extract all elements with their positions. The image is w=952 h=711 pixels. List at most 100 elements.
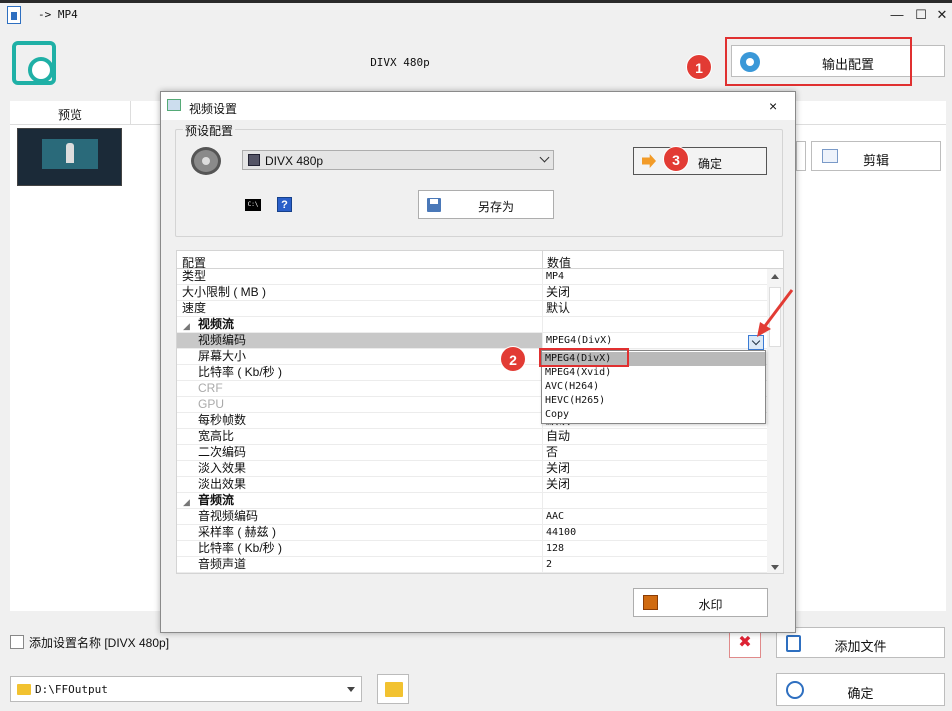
grid-row[interactable]: 视频编码 MPEG4(DivX) [177,333,767,349]
grid-row-key: 采样率 ( 赫兹 ) [198,525,276,539]
grid-row-value: 2 [546,559,553,570]
output-path-text: D:\FFOutput [35,683,108,696]
help-icon[interactable]: ? [277,197,292,212]
grid-row[interactable]: 比特率 ( Kb/秒 ) 128 [177,541,767,557]
folder-icon [385,682,403,697]
chevron-down-icon [347,687,355,692]
grid-row[interactable]: 二次编码 否 [177,445,767,461]
grid-row-value: 默认 [546,301,571,315]
video-settings-dialog: 视频设置 × 预设配置 DIVX 480p 确定 3 C:\ ? 另存为 配置 … [160,91,796,633]
confirm-button[interactable]: 确定 [776,673,945,706]
codec-option[interactable]: HEVC(H265) [542,394,765,408]
scroll-up-icon[interactable] [771,274,779,279]
grid-row-divider [542,333,543,349]
add-setting-name-label: 添加设置名称 [DIVX 480p] [29,636,170,650]
collapse-triangle-icon[interactable]: ◢ [183,495,190,510]
grid-row-key: 宽高比 [198,429,235,443]
grid-row[interactable]: 速度 默认 [177,301,767,317]
film-icon [248,154,260,166]
app-icon [7,6,21,24]
grid-row-divider [542,301,543,317]
grid-row-key: 屏幕大小 [198,349,247,363]
codec-option[interactable]: AVC(H264) [542,380,765,394]
column-divider [130,101,131,125]
grid-row[interactable]: 宽高比 自动 [177,429,767,445]
grid-row[interactable]: 音视频编码 AAC [177,509,767,525]
grid-row[interactable]: 采样率 ( 赫兹 ) 44100 [177,525,767,541]
dialog-icon [167,99,181,111]
grid-row-value: 128 [546,543,565,554]
grid-row-value: AAC [546,511,565,522]
annotation-badge-2: 2 [500,346,526,372]
grid-row-key: 音视频编码 [198,509,259,523]
grid-row-key: 二次编码 [198,445,247,459]
grid-row-key: 类型 [182,269,207,283]
grid-row-divider [542,477,543,493]
scroll-thumb[interactable] [769,287,781,347]
command-line-icon[interactable]: C:\ [245,199,261,211]
codec-dropdown-button[interactable] [748,335,764,350]
window-titlebar: -> MP4 — ☐ ✕ [0,3,952,27]
codec-option[interactable]: MPEG4(Xvid) [542,366,765,380]
grid-row-divider [542,525,543,541]
browse-folder-button[interactable] [377,674,409,704]
maximize-button[interactable]: ☐ [912,6,930,24]
grid-row-key: 淡出效果 [198,477,247,491]
grid-row-value: 自动 [546,429,571,443]
grid-row-key: 比特率 ( Kb/秒 ) [198,541,283,555]
dialog-close-button[interactable]: × [769,98,777,114]
preset-select[interactable]: DIVX 480p [242,150,554,170]
codec-option[interactable]: Copy [542,408,765,422]
grid-row-key: 每秒帧数 [198,413,247,427]
folder-icon [17,684,31,695]
watermark-label: 水印 [698,598,723,612]
grid-row[interactable]: 淡出效果 关闭 [177,477,767,493]
grid-row[interactable]: 类型 MP4 [177,269,767,285]
annotation-box-1 [725,37,912,86]
minimize-button[interactable]: — [888,6,906,24]
grid-row-value: MP4 [546,271,565,282]
dialog-ok-button[interactable]: 确定 [633,147,767,175]
grid-row-divider [542,285,543,301]
preset-select-value: DIVX 480p [265,154,324,168]
clip-button[interactable]: 剪辑 [811,141,941,171]
grid-row[interactable]: 音频声道 2 [177,557,767,573]
grid-row-key: 视频编码 [177,333,542,348]
save-as-button[interactable]: 另存为 [418,190,554,219]
grid-row-divider [542,269,543,285]
dialog-titlebar: 视频设置 × [161,92,795,120]
grid-row[interactable]: 大小限制 ( MB ) 关闭 [177,285,767,301]
annotation-badge-1: 1 [686,54,712,80]
grid-row-key: 视频流 [198,317,235,331]
video-thumbnail[interactable] [17,128,122,186]
grid-row-key: 音频声道 [198,557,247,571]
dialog-ok-label: 确定 [697,157,722,171]
grid-row-divider [542,429,543,445]
add-file-label: 添加文件 [834,639,887,654]
preview-column-header: 预览 [57,108,82,122]
grid-row-key: 大小限制 ( MB ) [182,285,266,299]
grid-row-value: MPEG4(DivX) [546,335,613,346]
add-file-button[interactable]: 添加文件 [776,627,945,658]
thumbnail-person [66,143,74,163]
grid-row-value: 关闭 [546,477,571,491]
collapse-triangle-icon[interactable]: ◢ [183,319,190,334]
chevron-down-icon [539,152,550,163]
grid-row[interactable]: 淡入效果 关闭 [177,461,767,477]
grid-row-divider [542,541,543,557]
grid-row-value: 关闭 [546,461,571,475]
scroll-down-icon[interactable] [771,565,779,570]
grid-row-key: GPU [198,397,225,411]
grid-row-key: 淡入效果 [198,461,247,475]
grid-category-row: ◢ 视频流 [177,317,767,333]
film-reel-icon [191,147,221,175]
output-path-combo[interactable]: D:\FFOutput [10,676,362,702]
watermark-button[interactable]: 水印 [633,588,768,617]
save-as-label: 另存为 [477,200,514,214]
hidden-edge-button[interactable] [796,141,806,171]
grid-row-divider [542,509,543,525]
grid-scrollbar[interactable] [767,269,783,573]
close-button[interactable]: ✕ [933,6,951,24]
add-setting-name-checkbox[interactable] [10,635,24,649]
grid-row-key: CRF [198,381,223,395]
